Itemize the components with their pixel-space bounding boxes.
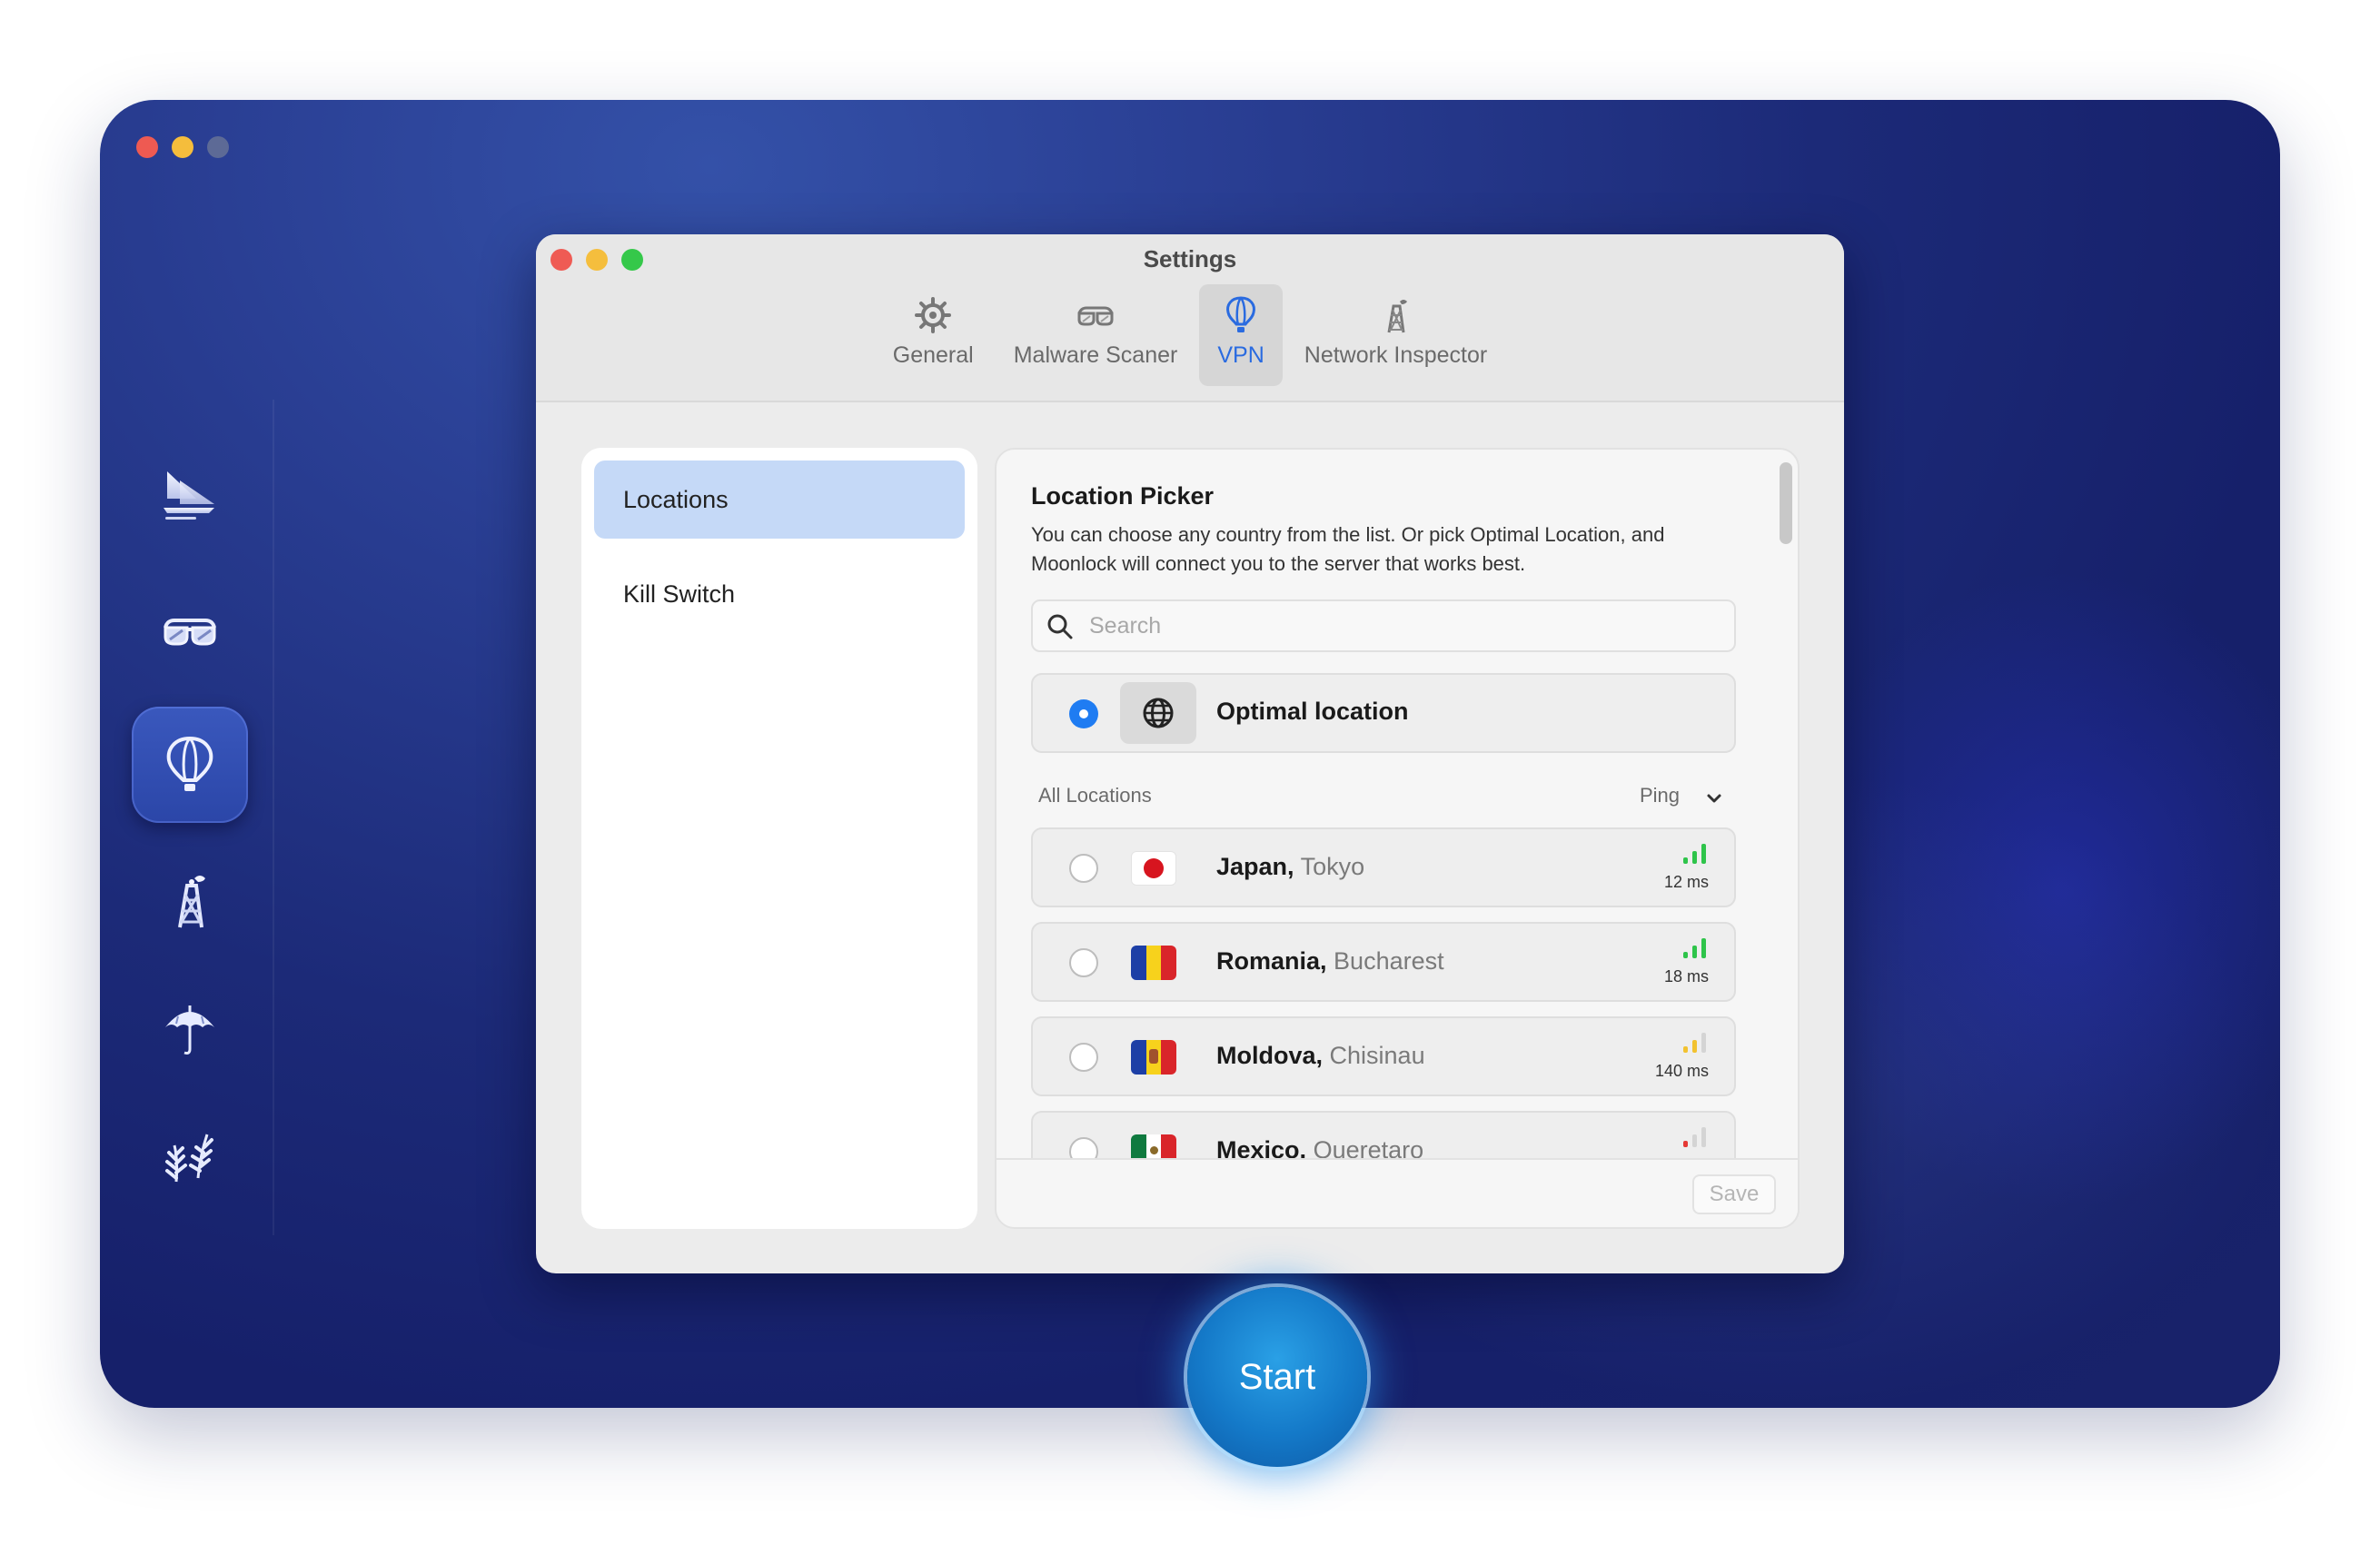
glasses-icon (164, 619, 216, 646)
flag-moldova-icon (1131, 1040, 1176, 1075)
location-row-mexico[interactable]: Mexico, Queretaro (1031, 1111, 1736, 1158)
tab-general-label: General (892, 342, 974, 368)
sidebar-divider (273, 400, 274, 1235)
globe-icon-box (1120, 682, 1196, 744)
settings-tabs: General Malware Scaner VPN Network Inspe… (536, 284, 1844, 386)
location-country: Mexico, (1216, 1136, 1307, 1158)
ship-icon (164, 471, 214, 520)
location-country: Japan, (1216, 853, 1294, 880)
start-button[interactable]: Start (1187, 1287, 1367, 1467)
location-name: Romania, Bucharest (1216, 947, 1444, 976)
settings-toolbar: Settings General Malware Scaner VPN Netw… (536, 234, 1844, 402)
location-name: Mexico, Queretaro (1216, 1136, 1423, 1158)
search-placeholder: Search (1089, 613, 1162, 639)
location-picker-title: Location Picker (1031, 482, 1215, 510)
close-button[interactable] (136, 136, 158, 158)
location-radio[interactable] (1069, 1137, 1098, 1158)
location-ping: 12 ms (1663, 873, 1709, 891)
location-radio[interactable] (1069, 1043, 1098, 1072)
tab-network-inspector[interactable]: Network Inspector (1286, 284, 1505, 386)
tab-vpn-label: VPN (1217, 342, 1264, 368)
tab-malware-scaner-label: Malware Scaner (1013, 342, 1178, 368)
sidebar-item-vpn[interactable] (132, 707, 248, 823)
scrollbar-thumb[interactable] (1780, 462, 1792, 544)
location-row-moldova[interactable]: Moldova, Chisinau 140 ms (1031, 1016, 1736, 1096)
tab-malware-scaner[interactable]: Malware Scaner (996, 284, 1196, 386)
optimal-location-radio[interactable] (1069, 699, 1098, 728)
location-row-japan[interactable]: Japan, Tokyo 12 ms (1031, 827, 1736, 907)
location-city: Bucharest (1334, 947, 1444, 975)
location-country: Romania, (1216, 947, 1327, 975)
tab-network-inspector-label: Network Inspector (1304, 342, 1488, 368)
location-picker-scroll-area[interactable]: Location Picker You can choose any count… (997, 450, 1798, 1158)
app-window-controls (136, 136, 229, 158)
location-city: Tokyo (1300, 853, 1365, 880)
sidebar-item-privacy[interactable] (132, 970, 248, 1086)
location-row-romania[interactable]: Romania, Bucharest 18 ms (1031, 922, 1736, 1002)
tab-general[interactable]: General (875, 284, 992, 386)
tab-vpn[interactable]: VPN (1199, 284, 1283, 386)
vpn-settings-menu: Locations Kill Switch (581, 448, 977, 1229)
location-ping: 140 ms (1654, 1062, 1709, 1080)
location-name: Japan, Tokyo (1216, 853, 1364, 881)
signal-strength-icon (1683, 938, 1706, 958)
sidebar-item-network[interactable] (132, 843, 248, 959)
save-button[interactable]: Save (1692, 1174, 1776, 1214)
glasses-icon (1077, 306, 1114, 326)
menu-item-kill-switch[interactable]: Kill Switch (594, 555, 965, 633)
globe-icon (1143, 698, 1174, 728)
flag-mexico-icon (1131, 1134, 1176, 1158)
menu-item-locations-label: Locations (623, 485, 729, 513)
umbrella-icon (165, 1005, 214, 1055)
search-input[interactable]: Search (1031, 599, 1736, 652)
sidebar-item-malware[interactable] (132, 570, 248, 687)
signal-strength-icon (1683, 1127, 1706, 1147)
location-radio[interactable] (1069, 948, 1098, 977)
location-picker-footer: Save (997, 1158, 1798, 1227)
sort-ping-label[interactable]: Ping (1640, 784, 1680, 807)
location-picker-panel: Location Picker You can choose any count… (995, 448, 1800, 1229)
location-country: Moldova, (1216, 1042, 1324, 1069)
location-radio[interactable] (1069, 854, 1098, 883)
balloon-icon (1226, 296, 1255, 332)
sidebar-item-cleanup[interactable] (132, 1097, 248, 1213)
sidebar-item-dashboard[interactable] (132, 436, 248, 552)
menu-item-kill-switch-label: Kill Switch (623, 579, 736, 608)
zoom-button[interactable] (207, 136, 229, 158)
tower-icon (1387, 300, 1407, 333)
location-picker-description: You can choose any country from the list… (1031, 523, 1665, 575)
location-city: Chisinau (1329, 1042, 1425, 1069)
settings-window: Settings General Malware Scaner VPN Netw… (536, 234, 1844, 1273)
location-city: Queretaro (1313, 1136, 1424, 1158)
menu-item-locations[interactable]: Locations (594, 461, 965, 539)
minimize-button[interactable] (172, 136, 193, 158)
signal-strength-icon (1683, 844, 1706, 864)
optimal-location-label: Optimal location (1216, 698, 1409, 725)
balloon-icon (166, 736, 213, 791)
search-icon (1047, 614, 1073, 639)
signal-strength-icon (1683, 1033, 1706, 1053)
optimal-location-row[interactable]: Optimal location (1031, 673, 1736, 753)
location-name: Moldova, Chisinau (1216, 1042, 1425, 1070)
all-locations-label: All Locations (1038, 784, 1152, 807)
flag-japan-icon (1131, 851, 1176, 886)
plant-icon (165, 1134, 213, 1183)
gear-icon (915, 297, 952, 333)
flag-romania-icon (1131, 946, 1176, 980)
settings-title: Settings (1143, 245, 1237, 272)
tower-icon (178, 876, 205, 928)
chevron-down-icon[interactable] (1703, 787, 1725, 809)
location-ping: 18 ms (1663, 967, 1709, 985)
